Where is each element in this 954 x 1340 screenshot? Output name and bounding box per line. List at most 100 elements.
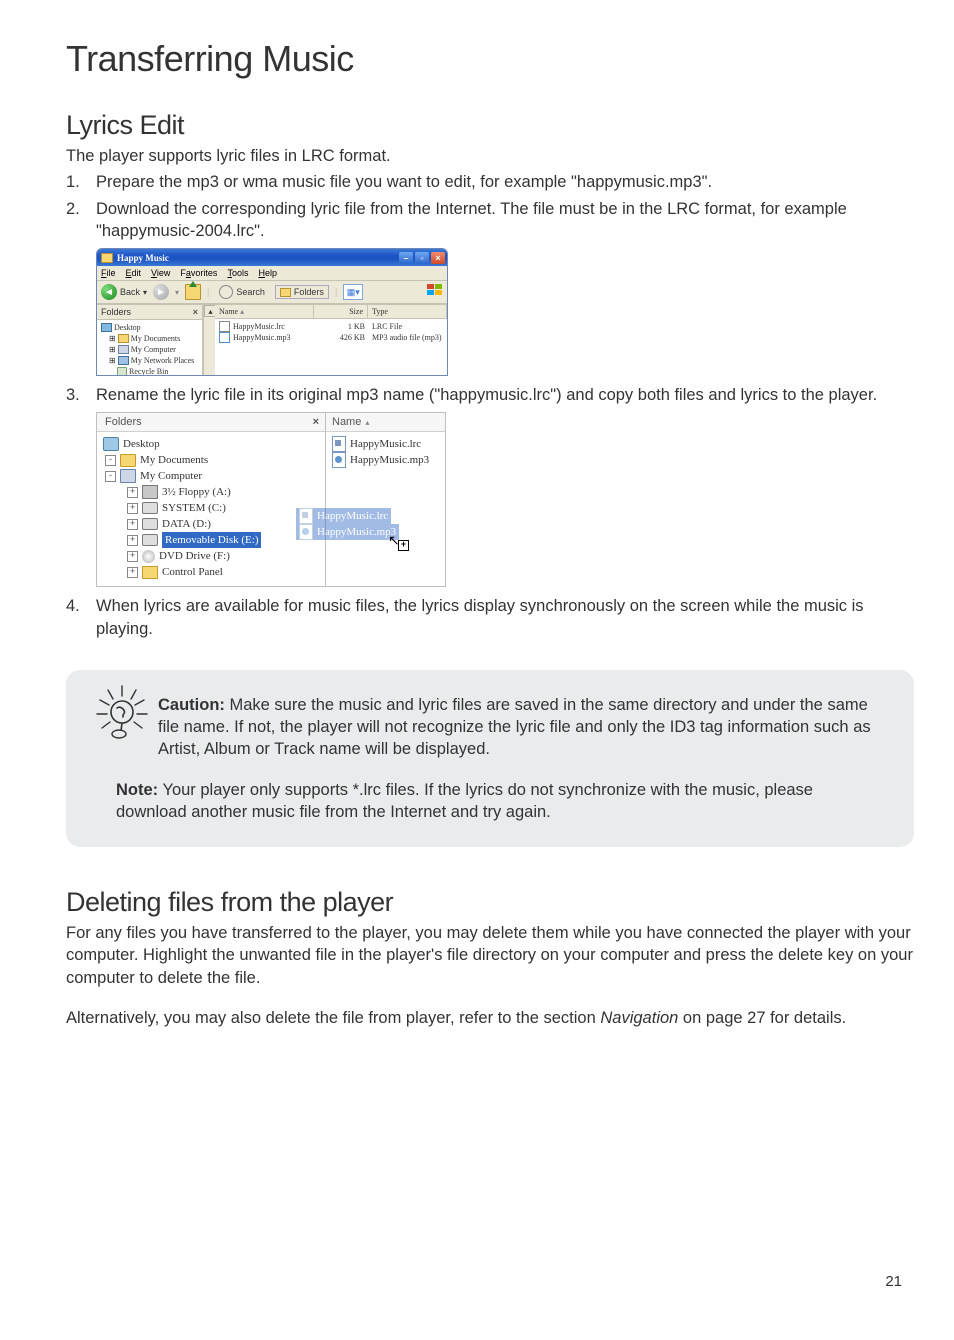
tree-removable-e[interactable]: +Removable Disk (E:)	[103, 532, 321, 548]
desktop-icon	[101, 323, 112, 332]
tree-scrollbar[interactable]: ▴	[203, 305, 215, 375]
note-text: Note: Your player only supports *.lrc fi…	[94, 779, 886, 824]
expand-icon[interactable]: +	[127, 519, 138, 530]
sort-asc-icon: ▴	[365, 418, 369, 427]
page-title: Transferring Music	[66, 38, 914, 80]
heading-lyrics-edit: Lyrics Edit	[66, 110, 914, 141]
hdd-icon	[142, 502, 158, 514]
tree-desktop[interactable]: Desktop	[101, 322, 200, 333]
folder-icon	[118, 334, 129, 343]
folders-label: Folders	[294, 287, 324, 297]
folders-pane-title: Folders	[105, 416, 142, 428]
window-title: Happy Music	[117, 253, 397, 263]
file-row-mp3[interactable]: HappyMusic.mp3	[332, 452, 439, 468]
deleting-p2: Alternatively, you may also delete the f…	[66, 1007, 914, 1029]
tree-my-computer[interactable]: -My Computer	[103, 468, 321, 484]
tree-my-documents[interactable]: ⊞My Documents	[101, 333, 200, 344]
control-panel-icon	[142, 566, 158, 579]
folders-pane-close[interactable]: ×	[193, 307, 198, 317]
tree-dvd-f[interactable]: +DVD Drive (F:)	[103, 548, 321, 564]
expand-icon[interactable]: +	[127, 535, 138, 546]
folders-button[interactable]: Folders	[275, 285, 329, 299]
file-icon	[219, 321, 230, 332]
expand-icon[interactable]: +	[127, 487, 138, 498]
computer-icon	[120, 469, 136, 483]
column-size[interactable]: Size	[314, 305, 368, 318]
menu-favorites[interactable]: Favorites	[180, 268, 217, 278]
drag-ghost-mp3: HappyMusic.mp3	[296, 524, 399, 540]
hdd-icon	[142, 518, 158, 530]
back-label: Back	[120, 287, 140, 297]
folder-icon	[120, 454, 136, 467]
tree-data-d[interactable]: +DATA (D:)	[103, 516, 321, 532]
window-titlebar: Happy Music – ▫ ×	[97, 249, 447, 266]
tree-desktop[interactable]: Desktop	[103, 436, 321, 452]
file-icon	[299, 524, 313, 540]
tree-network-places[interactable]: ⊞My Network Places	[101, 355, 200, 366]
caution-text: Caution: Make sure the music and lyric f…	[158, 694, 886, 761]
folders-pane: Folders × Desktop ⊞My Documents ⊞My Comp…	[97, 305, 203, 375]
cursor-copy-icon: ↖+	[388, 532, 400, 549]
column-name[interactable]: Name ▴	[215, 305, 314, 318]
deleting-p1: For any files you have transferred to th…	[66, 922, 914, 989]
file-row-lrc[interactable]: HappyMusic.lrc	[332, 436, 439, 452]
menu-view[interactable]: View	[151, 268, 170, 278]
tree-recycle-bin[interactable]: Recycle Bin	[101, 366, 200, 376]
minimize-button[interactable]: –	[399, 252, 413, 264]
file-row-mp3[interactable]: HappyMusic.mp3 426 KB MP3 audio file (mp…	[219, 332, 443, 343]
folders-pane-title: Folders	[101, 307, 131, 317]
up-button[interactable]	[185, 284, 201, 300]
heading-deleting: Deleting files from the player	[66, 887, 914, 918]
expand-icon[interactable]: +	[127, 503, 138, 514]
file-icon	[332, 452, 346, 468]
step-2: Download the corresponding lyric file fr…	[66, 198, 914, 243]
menu-bar: File Edit View Favorites Tools Help	[97, 266, 447, 281]
dvd-icon	[142, 550, 155, 563]
tree-my-computer[interactable]: ⊞My Computer	[101, 344, 200, 355]
close-button[interactable]: ×	[431, 252, 445, 264]
network-icon	[118, 356, 129, 365]
file-row-lrc[interactable]: HappyMusic.lrc 1 KB LRC File	[219, 321, 443, 332]
step-4: When lyrics are available for music file…	[66, 595, 914, 640]
caution-label: Caution:	[158, 696, 225, 714]
search-button[interactable]: Search	[215, 284, 269, 300]
file-icon	[299, 508, 313, 524]
views-button[interactable]: ▦▾	[343, 284, 363, 300]
folder-icon	[280, 288, 291, 297]
screenshot-explorer-happymusic: Happy Music – ▫ × File Edit View Favorit…	[96, 248, 914, 376]
forward-button[interactable]: ►	[153, 284, 169, 300]
expand-icon[interactable]: +	[127, 551, 138, 562]
windows-logo-icon	[426, 283, 444, 297]
folders-pane-close[interactable]: ×	[313, 416, 319, 428]
tree-system-c[interactable]: +SYSTEM (C:)	[103, 500, 321, 516]
lyrics-intro: The player supports lyric files in LRC f…	[66, 145, 914, 167]
tree-floppy[interactable]: +3½ Floppy (A:)	[103, 484, 321, 500]
floppy-icon	[142, 485, 158, 499]
back-button[interactable]: ◄ Back ▾	[101, 284, 147, 300]
collapse-icon[interactable]: -	[105, 455, 116, 466]
desktop-icon	[103, 437, 119, 451]
drag-ghost-lrc: HappyMusic.lrc	[296, 508, 391, 524]
folders-pane: Folders × Desktop -My Documents -My Comp…	[97, 413, 326, 586]
column-type[interactable]: Type	[368, 305, 447, 318]
maximize-button[interactable]: ▫	[415, 252, 429, 264]
collapse-icon[interactable]: -	[105, 471, 116, 482]
file-list: Name ▴ HappyMusic.lrc HappyMusic.mp3 Hap…	[326, 413, 445, 586]
column-name[interactable]: Name ▴	[326, 413, 445, 432]
step-1: Prepare the mp3 or wma music file you wa…	[66, 171, 914, 193]
menu-tools[interactable]: Tools	[227, 268, 248, 278]
expand-icon[interactable]: +	[127, 567, 138, 578]
screenshot-copy-to-player: Folders × Desktop -My Documents -My Comp…	[96, 412, 914, 587]
file-list: Name ▴ Size Type HappyMusic.lrc 1 KB LRC…	[215, 305, 447, 375]
callout-box: Caution: Make sure the music and lyric f…	[66, 670, 914, 847]
tree-my-documents[interactable]: -My Documents	[103, 452, 321, 468]
menu-file[interactable]: File	[101, 268, 116, 278]
folder-icon	[101, 253, 113, 263]
menu-help[interactable]: Help	[258, 268, 277, 278]
removable-disk-icon	[142, 534, 158, 546]
menu-edit[interactable]: Edit	[126, 268, 142, 278]
file-icon	[332, 436, 346, 452]
search-icon	[219, 285, 233, 299]
search-label: Search	[236, 287, 265, 297]
tree-control-panel[interactable]: +Control Panel	[103, 564, 321, 580]
